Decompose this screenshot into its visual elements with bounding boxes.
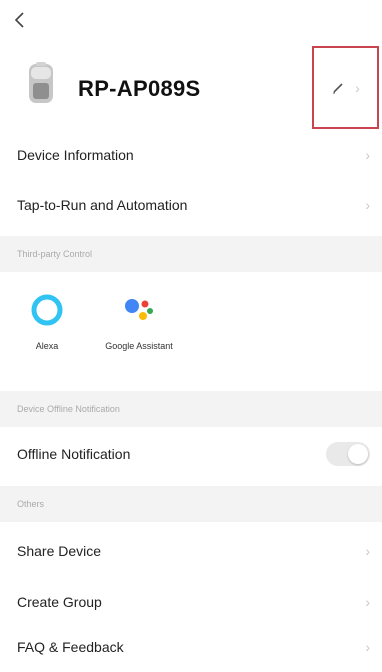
chevron-right-icon: › bbox=[355, 79, 360, 96]
section-offline: Device Offline Notification bbox=[0, 391, 382, 427]
chevron-right-icon: › bbox=[365, 147, 370, 163]
alexa-label: Alexa bbox=[35, 341, 59, 351]
device-information-label: Device Information bbox=[17, 147, 134, 163]
google-assistant-icon bbox=[125, 299, 153, 320]
offline-notification-toggle[interactable] bbox=[326, 442, 370, 466]
offline-notification-row: Offline Notification bbox=[0, 429, 382, 479]
share-device-label: Share Device bbox=[17, 543, 102, 559]
chevron-right-icon: › bbox=[365, 594, 370, 610]
chevron-left-icon bbox=[14, 12, 24, 28]
toggle-knob bbox=[348, 444, 368, 464]
google-assistant-label: Google Assistant bbox=[105, 341, 173, 351]
chevron-right-icon: › bbox=[365, 197, 370, 213]
edit-name-button[interactable]: › bbox=[312, 46, 379, 129]
tap-to-run-row[interactable]: Tap-to-Run and Automation › bbox=[0, 180, 382, 230]
alexa-icon bbox=[31, 294, 63, 326]
chevron-right-icon: › bbox=[365, 543, 370, 559]
faq-feedback-row[interactable]: FAQ & Feedback › bbox=[0, 622, 382, 672]
offline-notification-label: Offline Notification bbox=[17, 446, 131, 462]
section-third-party: Third-party Control bbox=[0, 236, 382, 272]
alexa-button[interactable]: Alexa bbox=[19, 292, 75, 352]
device-name: RP-AP089S bbox=[78, 76, 201, 101]
device-information-row[interactable]: Device Information › bbox=[0, 130, 382, 180]
back-button[interactable] bbox=[8, 8, 32, 32]
tap-to-run-label: Tap-to-Run and Automation bbox=[17, 197, 188, 213]
faq-feedback-label: FAQ & Feedback bbox=[17, 639, 124, 655]
device-image bbox=[27, 61, 55, 110]
create-group-label: Create Group bbox=[17, 594, 102, 610]
pencil-icon bbox=[333, 82, 343, 93]
create-group-row[interactable]: Create Group › bbox=[0, 577, 382, 627]
chevron-right-icon: › bbox=[365, 639, 370, 655]
share-device-row[interactable]: Share Device › bbox=[0, 526, 382, 576]
google-assistant-button[interactable]: Google Assistant bbox=[105, 292, 173, 352]
section-others: Others bbox=[0, 486, 382, 522]
